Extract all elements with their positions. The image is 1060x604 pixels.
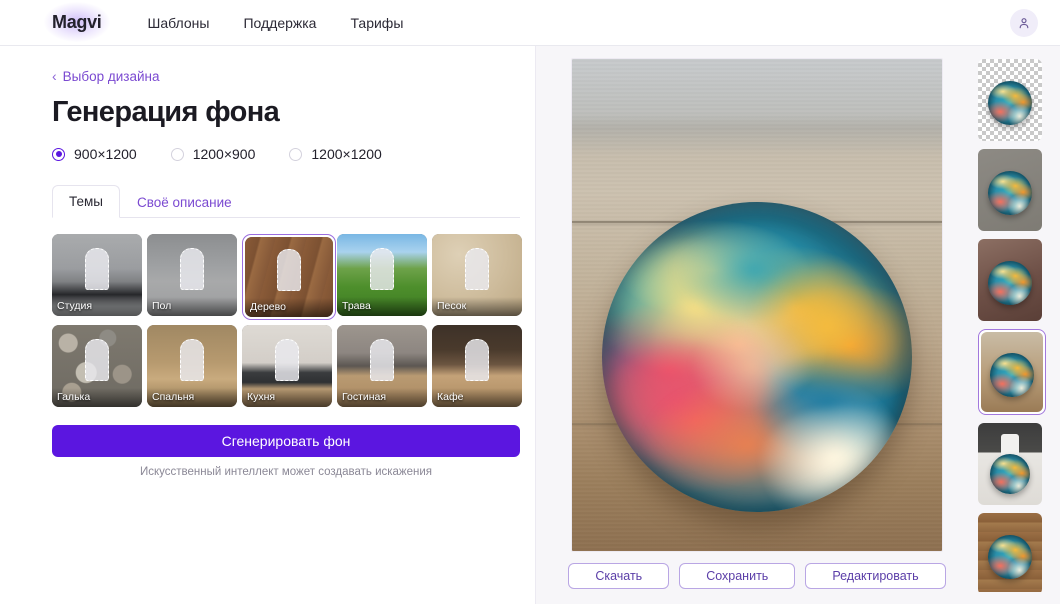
variant-thumbnail-strip[interactable] xyxy=(978,58,1048,592)
variant-thumbnail-split[interactable] xyxy=(978,423,1042,505)
nav-item-pricing[interactable]: Тарифы xyxy=(350,15,403,31)
product-silhouette xyxy=(180,248,204,290)
size-option-label: 900×1200 xyxy=(74,146,137,162)
product-silhouette xyxy=(85,248,109,290)
product-silhouette xyxy=(370,248,394,290)
download-button[interactable]: Скачать xyxy=(568,563,670,589)
preview-product-plate xyxy=(602,201,912,512)
theme-label: Гостиная xyxy=(337,388,427,407)
radio-icon-selected xyxy=(52,147,65,161)
radio-icon xyxy=(289,147,303,161)
theme-label: Дерево xyxy=(245,298,333,317)
right-preview-panel: Скачать Сохранить Редактировать xyxy=(536,46,1060,604)
theme-card-wood-selected[interactable]: Дерево xyxy=(242,234,336,320)
variant-plate-preview xyxy=(988,535,1032,580)
size-option-900x1200[interactable]: 900×1200 xyxy=(52,146,137,162)
preview-action-bar: Скачать Сохранить Редактировать xyxy=(568,563,946,589)
product-silhouette xyxy=(277,249,301,291)
breadcrumb-back-link[interactable]: ‹ Выбор дизайна xyxy=(52,69,160,84)
theme-card-pebbles[interactable]: Галька xyxy=(52,325,142,407)
chevron-left-icon: ‹ xyxy=(52,68,57,84)
variant-plate-preview xyxy=(988,81,1032,126)
brand-logo-text: Magvi xyxy=(52,12,102,32)
tab-bar: Темы Своё описание xyxy=(52,184,520,218)
theme-label: Трава xyxy=(337,297,427,316)
theme-card-bedroom[interactable]: Спальня xyxy=(147,325,237,407)
theme-card-kitchen[interactable]: Кухня xyxy=(242,325,332,407)
theme-label: Кафе xyxy=(432,388,522,407)
variant-thumbnail-wood-dark[interactable] xyxy=(978,513,1042,592)
size-option-1200x900[interactable]: 1200×900 xyxy=(170,146,256,162)
user-avatar-button[interactable] xyxy=(1010,9,1038,37)
ai-disclaimer-text: Искусственный интеллект может создавать … xyxy=(139,466,433,478)
nav-item-templates[interactable]: Шаблоны xyxy=(148,15,210,31)
preview-canvas[interactable] xyxy=(571,58,943,552)
brand-logo[interactable]: Magvi xyxy=(44,2,110,42)
app-root: Magvi Шаблоны Поддержка Тарифы ‹ Выбор д… xyxy=(0,0,1060,604)
preview-stage: Скачать Сохранить Редактировать xyxy=(546,58,968,592)
page-title: Генерация фона xyxy=(52,96,280,128)
theme-card-sand[interactable]: Песок xyxy=(432,234,522,316)
theme-card-floor[interactable]: Пол xyxy=(147,234,237,316)
tab-custom-description[interactable]: Своё описание xyxy=(120,186,249,218)
variant-plate-preview xyxy=(988,261,1032,306)
theme-label: Галька xyxy=(52,388,142,407)
theme-card-livingroom[interactable]: Гостиная xyxy=(337,325,427,407)
theme-card-studio[interactable]: Студия xyxy=(52,234,142,316)
tab-themes[interactable]: Темы xyxy=(52,185,120,218)
product-silhouette xyxy=(370,339,394,381)
variant-thumbnail-gray[interactable] xyxy=(978,149,1042,231)
theme-card-cafe[interactable]: Кафе xyxy=(432,325,522,407)
user-icon xyxy=(1017,16,1031,30)
size-radio-group: 900×1200 1200×900 1200×1200 xyxy=(52,146,519,162)
save-button[interactable]: Сохранить xyxy=(679,563,796,589)
nav-item-support[interactable]: Поддержка xyxy=(243,15,316,31)
product-silhouette xyxy=(465,339,489,381)
breadcrumb-label: Выбор дизайна xyxy=(62,68,160,84)
main-navigation: Шаблоны Поддержка Тарифы xyxy=(148,15,404,31)
theme-label: Пол xyxy=(147,297,237,316)
product-silhouette xyxy=(180,339,204,381)
theme-label: Спальня xyxy=(147,388,237,407)
theme-card-grass[interactable]: Трава xyxy=(337,234,427,316)
product-silhouette xyxy=(85,339,109,381)
product-silhouette xyxy=(465,248,489,290)
variant-thumbnail-wood-selected[interactable] xyxy=(978,329,1046,415)
edit-button[interactable]: Редактировать xyxy=(805,563,946,589)
size-option-label: 1200×1200 xyxy=(311,146,382,162)
size-option-1200x1200[interactable]: 1200×1200 xyxy=(289,146,382,162)
variant-plate-preview xyxy=(990,453,1030,494)
app-body: ‹ Выбор дизайна Генерация фона 900×1200 … xyxy=(0,46,1060,604)
theme-label: Кухня xyxy=(242,388,332,407)
variant-plate-preview xyxy=(990,353,1034,398)
product-silhouette xyxy=(275,339,299,381)
theme-label: Песок xyxy=(432,297,522,316)
app-header: Magvi Шаблоны Поддержка Тарифы xyxy=(0,0,1060,46)
generate-background-button[interactable]: Сгенерировать фон xyxy=(52,425,520,457)
theme-label: Студия xyxy=(52,297,142,316)
theme-grid: Студия Пол Дерево Трава Песок Галька Спа… xyxy=(52,234,522,407)
size-option-label: 1200×900 xyxy=(192,146,256,162)
left-control-panel: ‹ Выбор дизайна Генерация фона 900×1200 … xyxy=(0,46,536,604)
variant-thumbnail-warm[interactable] xyxy=(978,239,1042,321)
radio-icon xyxy=(170,147,184,161)
variant-plate-preview xyxy=(988,171,1032,216)
variant-thumbnail-transparent[interactable] xyxy=(978,59,1042,141)
